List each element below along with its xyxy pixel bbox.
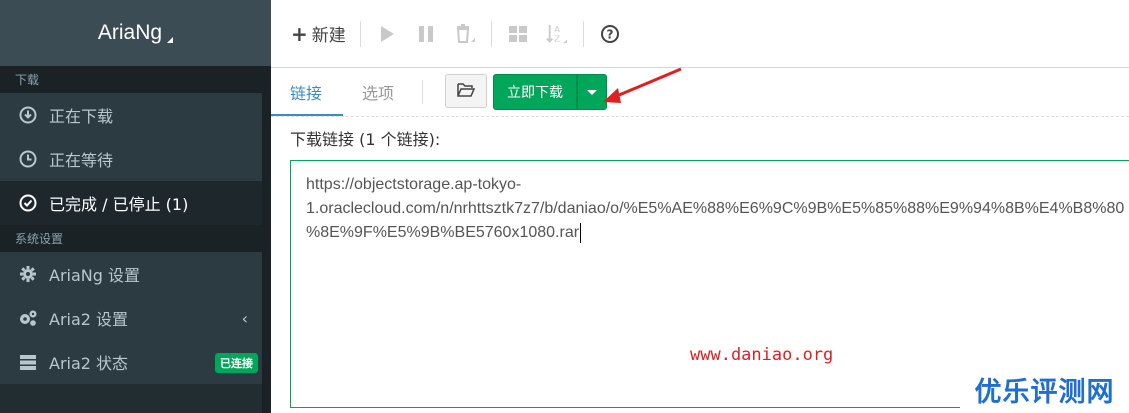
clock-icon: [18, 149, 38, 169]
brand-watermark: 优乐评测网: [960, 365, 1129, 413]
brand-caret-icon: [167, 37, 174, 43]
brand-header[interactable]: AriaNg: [0, 0, 271, 66]
download-circle-icon: [18, 105, 38, 125]
sidebar-item-stopped[interactable]: 已完成 / 已停止 (1): [0, 181, 262, 225]
textarea-line: https://objectstorage.ap-tokyo-: [306, 176, 522, 193]
check-circle-icon: [18, 193, 38, 213]
section-header-download: 下载: [0, 66, 262, 93]
textarea-line-last: %8E%9F%E5%9B%BE5760x1080.rar: [306, 221, 1124, 245]
sidebar-item-label: AriaNg 设置: [49, 266, 140, 285]
sidebar-item-label: 正在等待: [49, 151, 114, 170]
tabs-divider: [422, 80, 423, 104]
plus-icon: +: [291, 21, 308, 46]
new-task-label: 新建: [311, 26, 346, 46]
sidebar-item-label: Aria2 状态: [49, 354, 129, 373]
gears-icon: [18, 308, 38, 328]
toolbar: + 新建 AZ ?: [271, 0, 1129, 68]
toolbar-divider: [490, 20, 492, 47]
sidebar-item-aria2-status[interactable]: Aria2 状态 已连接: [0, 340, 262, 384]
caret-down-icon: [587, 89, 597, 95]
play-icon[interactable]: [376, 23, 398, 45]
sidebar: AriaNg 下载 正在下载 正在等待 已完成 / 已停止 (1) 系统设置 A…: [0, 0, 271, 413]
pause-icon[interactable]: [415, 23, 437, 45]
tab-bar: 链接 选项 立即下载: [271, 68, 1129, 117]
toolbar-divider: [359, 20, 361, 47]
sidebar-item-waiting[interactable]: 正在等待: [0, 137, 262, 181]
grid-icon[interactable]: [507, 23, 529, 45]
tab-links[interactable]: 链接: [290, 68, 322, 116]
open-file-button[interactable]: [445, 74, 487, 108]
brand-title: AriaNg: [97, 21, 163, 44]
textarea-line: %8E%9F%E5%9B%BE5760x1080.rar: [306, 224, 580, 241]
links-label: 下载链接 (1 个链接):: [290, 130, 441, 149]
trash-icon[interactable]: [454, 23, 476, 45]
sidebar-item-label: Aria2 设置: [49, 310, 129, 329]
sidebar-item-aria2-settings[interactable]: Aria2 设置 ‹: [0, 296, 262, 340]
svg-text:Z: Z: [554, 33, 560, 43]
server-icon: [18, 352, 38, 372]
toolbar-divider: [582, 20, 584, 47]
help-icon[interactable]: ?: [599, 23, 621, 45]
sidebar-scrollbar[interactable]: [262, 66, 271, 413]
text-cursor: [580, 222, 582, 243]
chevron-left-icon: ‹: [241, 309, 248, 328]
section-header-settings: 系统设置: [0, 225, 262, 252]
sidebar-item-downloading[interactable]: 正在下载: [0, 93, 262, 137]
active-tab-indicator: [271, 114, 343, 116]
sidebar-item-ariang-settings[interactable]: AriaNg 设置: [0, 252, 262, 296]
download-now-button[interactable]: 立即下载: [493, 74, 577, 110]
tab-label: 选项: [362, 84, 395, 103]
site-watermark: www.daniao.org: [690, 345, 834, 365]
status-badge: 已连接: [215, 353, 258, 373]
gear-icon: [18, 264, 38, 284]
new-task-button[interactable]: + 新建: [287, 14, 350, 54]
download-now-label: 立即下载: [507, 85, 563, 101]
tab-label: 链接: [290, 84, 323, 103]
sidebar-item-label: 正在下载: [49, 107, 114, 126]
textarea-line: 1.oraclecloud.com/n/nrhttsztk7z7/b/dania…: [306, 200, 1125, 217]
sidebar-item-label: 已完成 / 已停止 (1): [49, 195, 189, 214]
sort-az-icon[interactable]: AZ: [546, 23, 568, 45]
folder-open-icon: [457, 82, 476, 101]
tab-options[interactable]: 选项: [362, 68, 394, 116]
download-options-dropdown[interactable]: [577, 74, 607, 110]
svg-text:?: ?: [606, 27, 613, 41]
